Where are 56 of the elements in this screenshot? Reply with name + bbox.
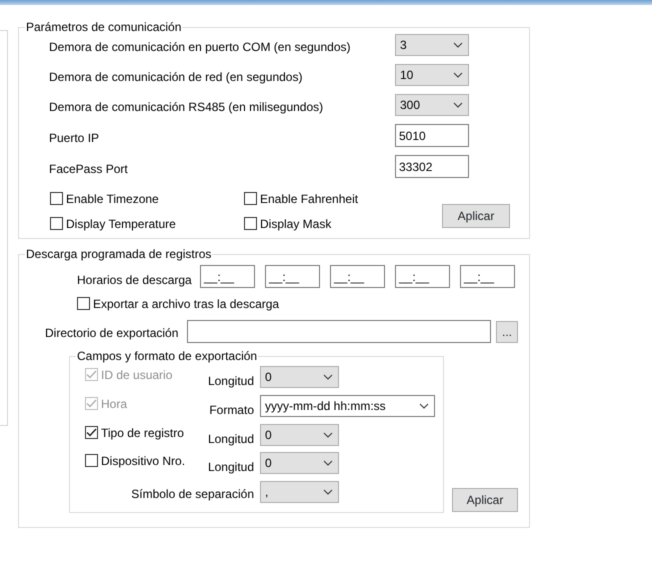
field-label: Demora de comunicación en puerto COM (en segundos)	[49, 39, 352, 54]
browse-button[interactable]: ...	[496, 320, 518, 342]
field-label: Demora de comunicación de red (en segundos)	[49, 69, 304, 84]
checkbox[interactable]	[85, 454, 98, 467]
checkbox-label: Hora	[101, 396, 128, 410]
group-title: Campos y formato de exportación	[76, 349, 258, 363]
field-label: Símbolo de separación	[130, 486, 254, 501]
time-field[interactable]: __:__	[460, 265, 515, 288]
dropdown[interactable]: 10	[395, 64, 469, 86]
field-label: Longitud	[206, 431, 254, 446]
chevron-icon	[323, 460, 333, 466]
apply-button[interactable]: Aplicar	[442, 204, 510, 228]
group-title: Descarga programada de registros	[25, 247, 212, 261]
field-label: Directorio de exportación	[45, 324, 180, 340]
chevron-icon	[323, 432, 333, 438]
checkbox-label: Dispositivo Nro.	[101, 454, 186, 468]
checkbox-label: Display Mask	[260, 216, 332, 230]
field-label: Puerto IP	[49, 130, 100, 144]
input-field[interactable]: 5010	[395, 124, 469, 147]
field-label: Demora de comunicación RS485 (en milisegundos)	[49, 99, 324, 114]
chevron-icon	[323, 489, 333, 495]
checkbox-label: Tipo de registro	[101, 426, 184, 440]
group-title: Parámetros de comunicación	[25, 20, 182, 34]
checkbox[interactable]	[50, 217, 63, 230]
field-label: Formato	[208, 402, 254, 417]
checkbox[interactable]	[244, 192, 257, 205]
input-field[interactable]: 33302	[395, 155, 469, 178]
time-field[interactable]: __:__	[265, 265, 320, 288]
checkbox[interactable]	[77, 297, 90, 310]
checkbox-label: Display Temperature	[66, 216, 176, 230]
dropdown[interactable]: 300	[395, 94, 469, 116]
chevron-icon	[453, 42, 463, 48]
chevron-icon	[453, 72, 463, 78]
chevron-icon	[453, 102, 463, 108]
chevron-icon	[323, 374, 333, 380]
field-label: Longitud	[206, 373, 254, 388]
dropdown[interactable]: 0	[260, 452, 339, 474]
directory-field[interactable]	[187, 320, 491, 343]
time-field[interactable]: __:__	[200, 265, 255, 288]
checkbox-label: Enable Timezone	[66, 192, 159, 206]
checkbox-label: Exportar a archivo tras la descarga	[93, 296, 280, 310]
apply-button[interactable]: Aplicar	[452, 488, 518, 512]
field-label: Horarios de descarga	[77, 273, 193, 288]
checkbox[interactable]	[85, 426, 98, 439]
time-field[interactable]: __:__	[330, 265, 385, 288]
checkbox-label: Enable Fahrenheit	[260, 192, 358, 206]
checkbox-label: ID de usuario	[101, 368, 172, 382]
checkbox[interactable]	[50, 192, 63, 205]
checkbox[interactable]	[244, 217, 257, 230]
field-label: Longitud	[206, 459, 254, 474]
dropdown[interactable]: 0	[260, 424, 339, 446]
field-label: FacePass Port	[49, 160, 129, 176]
time-field[interactable]: __:__	[395, 265, 450, 288]
dropdown[interactable]: ,	[260, 481, 339, 503]
dropdown[interactable]: 3	[395, 34, 469, 56]
chevron-icon	[419, 403, 429, 409]
